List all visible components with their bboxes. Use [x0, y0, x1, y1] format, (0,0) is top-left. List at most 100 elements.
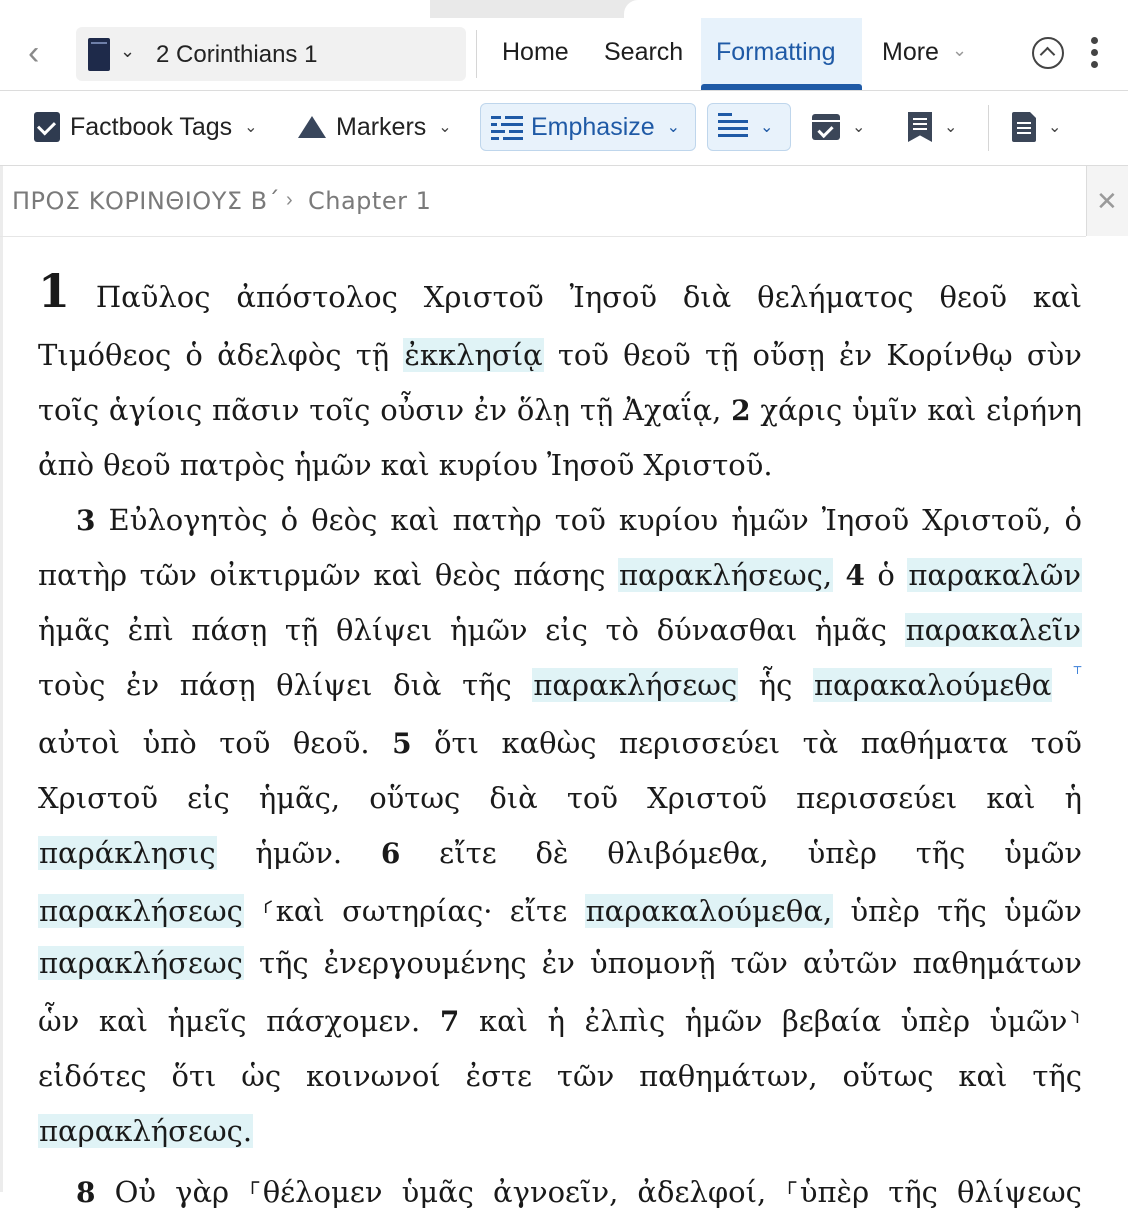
word[interactable]: ἐπὶ [128, 613, 174, 647]
word[interactable]: θλιβόμεθα, [607, 836, 769, 870]
breadcrumb-book[interactable]: ΠΡΟΣ ΚΟΡΙΝΘΙΟΥΣ Β΄ [12, 187, 280, 215]
word[interactable]: τῆς [937, 894, 987, 928]
emphasized-word[interactable]: ἐκκλησίᾳ [403, 338, 544, 372]
word[interactable]: σωτηρίας· [342, 894, 492, 928]
word[interactable]: ἧς [759, 668, 793, 702]
word[interactable]: ἐν [126, 668, 159, 702]
word[interactable]: Οὐ [115, 1175, 156, 1209]
word[interactable]: καὶ [99, 1004, 148, 1038]
word[interactable]: περισσεύει [796, 781, 957, 815]
word[interactable]: θλίψεως [957, 1175, 1082, 1209]
word[interactable]: θεοῦ [103, 448, 171, 482]
word[interactable]: καὶ [1033, 280, 1082, 314]
word[interactable]: καὶ [373, 558, 422, 592]
emphasized-word[interactable]: παρακλήσεως [532, 668, 739, 702]
verse-number[interactable]: 5 [392, 727, 411, 760]
word[interactable]: πάσης [513, 558, 605, 592]
word[interactable]: πατρὸς [180, 448, 285, 482]
text-display-button[interactable]: ⌄ [707, 103, 791, 151]
word[interactable]: πάσχομεν. [266, 1004, 420, 1038]
word[interactable]: Χριστοῦ [424, 280, 544, 314]
word[interactable]: ὑμῶν⸃ [990, 1001, 1082, 1040]
word[interactable]: θεοῦ. [293, 726, 370, 760]
word[interactable]: ἡ [1065, 781, 1082, 815]
word[interactable]: ἐνεργουμένης [324, 946, 527, 980]
close-panel[interactable]: ✕ [1086, 166, 1128, 236]
word[interactable]: γὰρ [175, 1175, 229, 1209]
word[interactable]: Ἀχαΐᾳ, [623, 393, 721, 427]
word[interactable]: τοῦ [567, 781, 618, 815]
book-cover-icon[interactable] [88, 38, 110, 71]
word[interactable]: πᾶσιν [212, 393, 299, 427]
tab-search[interactable]: Search [604, 38, 683, 67]
word[interactable]: πατὴρ [453, 503, 542, 537]
word[interactable]: θεοῦ [623, 338, 691, 372]
word[interactable]: ἡμῶν [685, 1004, 763, 1038]
calendar-button[interactable]: ⌄ [812, 103, 865, 151]
factbook-tags-button[interactable]: Factbook Tags ⌄ [34, 103, 258, 151]
word[interactable]: τῆς [916, 836, 966, 870]
word[interactable]: ἐν [474, 393, 507, 427]
collapse-up-icon[interactable] [1032, 37, 1064, 69]
verse-number[interactable]: 2 [731, 394, 750, 427]
word[interactable]: κοινωνοί [306, 1059, 441, 1093]
word[interactable]: ὅτι [172, 1059, 217, 1093]
word[interactable]: Τιμόθεος [38, 338, 171, 372]
word[interactable]: θλίψει [336, 613, 432, 647]
word[interactable]: ὁ [281, 503, 298, 537]
word[interactable]: καὶ [390, 503, 439, 537]
bookmark-list-button[interactable]: ⌄ [908, 103, 957, 151]
word[interactable]: Ἰησοῦ [547, 448, 634, 482]
word[interactable]: αὐτῶν [803, 946, 898, 980]
word[interactable]: ἀπόστολος [236, 280, 397, 314]
word[interactable]: τῆς [259, 946, 309, 980]
word[interactable]: Ἰησοῦ [822, 503, 909, 537]
word[interactable]: Χριστοῦ [38, 781, 158, 815]
word[interactable]: θεὸς [435, 558, 501, 592]
word[interactable]: καὶ [927, 393, 976, 427]
word[interactable]: ἀδελφοί, [637, 1175, 766, 1209]
word[interactable]: καὶ [381, 448, 430, 482]
word[interactable]: ἀδελφὸς [217, 338, 341, 372]
word[interactable]: τοῖς [309, 393, 370, 427]
word[interactable]: θελήματος [757, 280, 913, 314]
word[interactable]: ὑμᾶς [402, 1175, 474, 1209]
word[interactable]: ἡμᾶς [815, 613, 887, 647]
word[interactable]: ὑμῶν [1004, 836, 1082, 870]
word[interactable]: τῶν [557, 1059, 614, 1093]
word[interactable]: ὑμῶν [1004, 894, 1082, 928]
word[interactable]: Εὐλογητὸς [109, 503, 268, 537]
back-arrow-icon[interactable]: ‹ [28, 36, 58, 70]
word[interactable]: ἀγνοεῖν, [493, 1175, 618, 1209]
window-tab-active[interactable] [0, 0, 430, 18]
word[interactable]: τῆς [888, 1175, 938, 1209]
word[interactable]: ὑπομονῇ [590, 946, 715, 980]
word[interactable]: Χριστοῦ. [643, 448, 772, 482]
verse-number[interactable]: 6 [381, 837, 400, 870]
word[interactable]: καθὼς [501, 726, 596, 760]
word[interactable]: τοῦ [1031, 726, 1082, 760]
word[interactable]: πατὴρ [38, 558, 127, 592]
word[interactable]: ἡμᾶς, [259, 781, 340, 815]
word[interactable]: διὰ [489, 781, 537, 815]
emphasized-word[interactable]: παρακλήσεως, [617, 558, 834, 592]
word[interactable]: εἴτε [510, 894, 567, 928]
word[interactable]: σὺν [1027, 338, 1082, 372]
word[interactable]: οὖσιν [380, 393, 464, 427]
word[interactable]: ἡμῶν [294, 448, 372, 482]
close-icon[interactable]: ✕ [1096, 186, 1118, 217]
word[interactable]: καὶ [479, 1004, 528, 1038]
word[interactable]: εἰρήνη [986, 393, 1082, 427]
word[interactable]: περισσεύει [619, 726, 780, 760]
word[interactable]: τῶν [140, 558, 197, 592]
word[interactable]: ὑπὲρ [901, 1004, 970, 1038]
breadcrumb-chapter[interactable]: Chapter 1 [308, 187, 431, 215]
verse-number[interactable]: 3 [76, 504, 95, 537]
word[interactable]: ἡμῶν [731, 503, 809, 537]
word[interactable]: ὑπὲρ [808, 836, 877, 870]
word[interactable]: ἡμεῖς [168, 1004, 247, 1038]
chevron-down-icon[interactable]: ⌄ [952, 40, 967, 61]
word[interactable]: ὧν [38, 1004, 79, 1038]
word[interactable]: ὅτι [434, 726, 479, 760]
word[interactable]: καὶ [986, 781, 1035, 815]
